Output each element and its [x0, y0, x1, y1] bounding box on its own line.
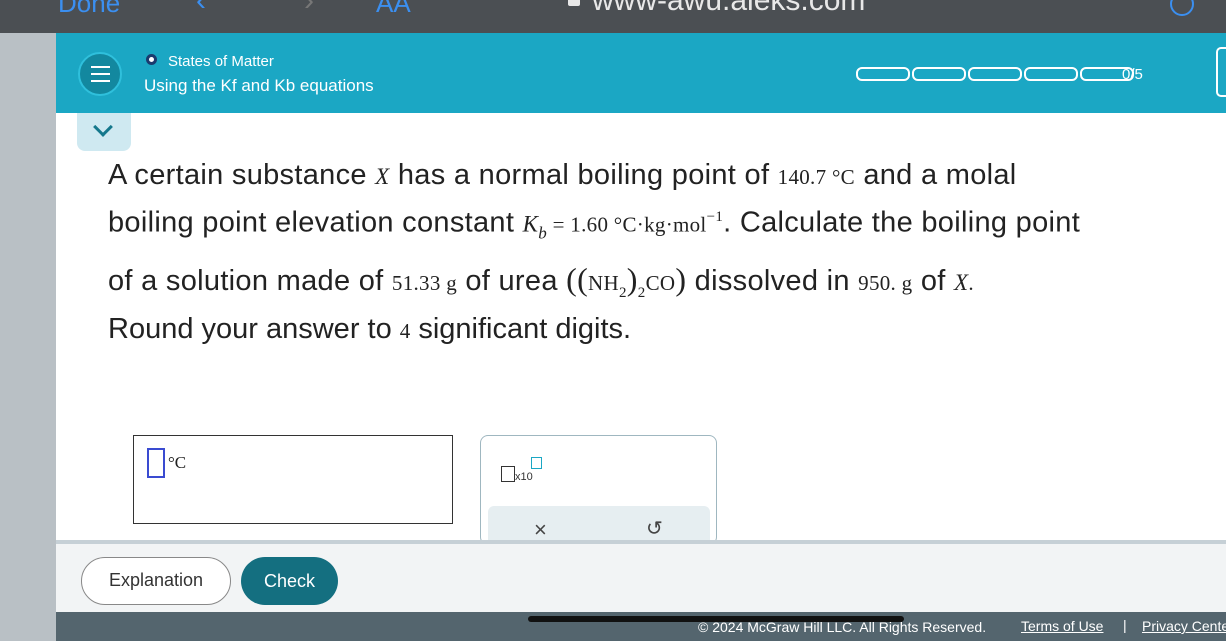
- progress-segment: [912, 67, 966, 81]
- side-panel-button[interactable]: [1216, 47, 1226, 97]
- menu-icon: [91, 66, 110, 68]
- answer-box[interactable]: °C: [133, 435, 453, 524]
- explanation-button[interactable]: Explanation: [81, 557, 231, 605]
- substance-symbol: X: [375, 164, 390, 189]
- urea-mass: 51.33 g: [391, 271, 457, 296]
- base-slot-icon: [501, 466, 515, 482]
- progress-bar: [856, 67, 1136, 81]
- progress-segment: [856, 67, 910, 81]
- done-button[interactable]: Done: [58, 0, 120, 19]
- forward-arrow-icon: ›: [304, 0, 314, 17]
- reload-icon[interactable]: [1170, 0, 1194, 16]
- progress-segment: [1024, 67, 1078, 81]
- left-gutter: [0, 33, 56, 641]
- rounding-instruction: Round your answer to 4 significant digit…: [108, 313, 632, 345]
- topic-title: Using the Kf and Kb equations: [144, 76, 374, 95]
- scientific-notation-button[interactable]: x10: [501, 457, 547, 486]
- footer-separator: |: [1123, 617, 1127, 633]
- urea-formula: NH: [588, 271, 619, 296]
- back-arrow-icon[interactable]: ‹: [196, 0, 206, 18]
- math-tools-panel: x10 × ↺: [480, 435, 717, 546]
- topic-section: States of Matter: [168, 53, 274, 70]
- kb-symbol: K: [522, 211, 539, 237]
- text-size-button[interactable]: AA: [376, 0, 411, 19]
- progress-label: 0/5: [1122, 66, 1143, 83]
- progress-segment: [968, 67, 1022, 81]
- terms-link[interactable]: Terms of Use: [1021, 618, 1103, 634]
- exponent-slot-icon: [531, 457, 542, 469]
- lock-icon: [568, 0, 580, 6]
- collapse-button[interactable]: [77, 113, 131, 151]
- topic-header: States of Matter Using the Kf and Kb equ…: [56, 33, 1226, 113]
- topic-dot-icon: [146, 54, 157, 65]
- answer-input[interactable]: [147, 448, 165, 478]
- check-button[interactable]: Check: [241, 557, 338, 605]
- chevron-down-icon: [93, 117, 113, 137]
- undo-icon[interactable]: ↺: [646, 516, 663, 541]
- times-ten-label: x10: [515, 471, 533, 483]
- privacy-link[interactable]: Privacy Center: [1142, 618, 1226, 634]
- question-panel: A certain substance X has a normal boili…: [56, 113, 1226, 546]
- boiling-point-value: 140.7 °C: [777, 165, 855, 189]
- question-text: A certain substance X has a normal boili…: [108, 159, 1081, 302]
- footer: © 2024 McGraw Hill LLC. All Rights Reser…: [56, 612, 1226, 641]
- solvent-mass: 950. g: [858, 271, 913, 296]
- kb-value: = 1.60 °C·kg·mol: [547, 212, 707, 237]
- url-field[interactable]: www-awu.aleks.com: [592, 0, 865, 18]
- browser-toolbar: Done ‹ › AA www-awu.aleks.com: [0, 0, 1226, 33]
- action-bar: Explanation Check: [56, 540, 1226, 612]
- home-indicator: [528, 616, 904, 622]
- menu-button[interactable]: [78, 52, 122, 96]
- answer-unit: °C: [168, 453, 187, 472]
